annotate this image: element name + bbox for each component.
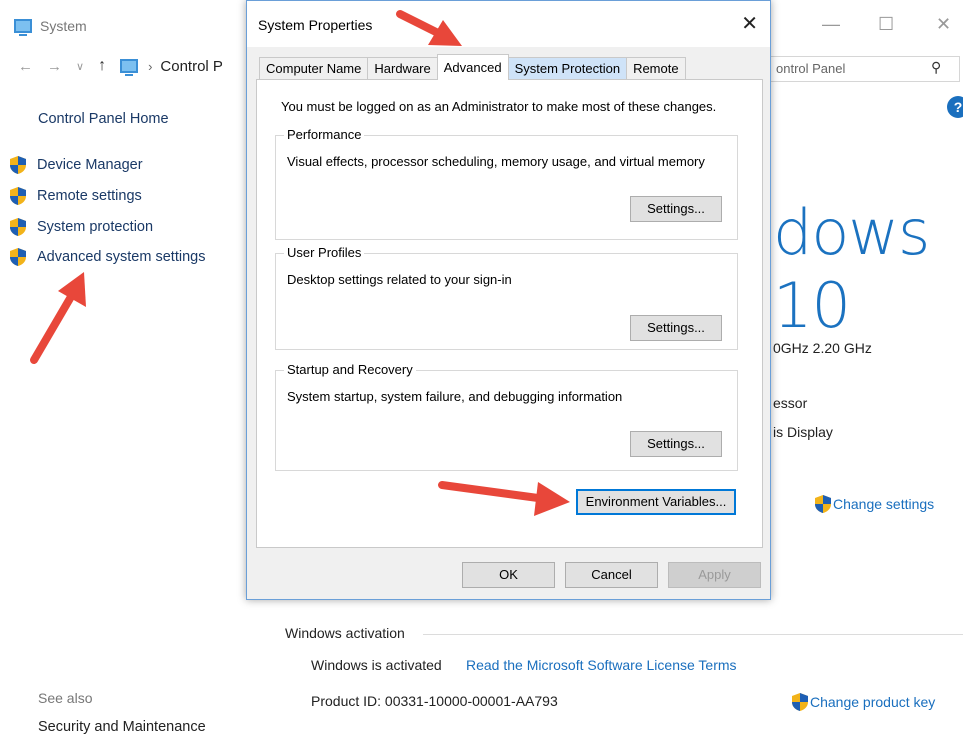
annotation-arrows — [30, 10, 570, 516]
tab-advanced[interactable]: Advanced — [436, 54, 509, 80]
arrow-to-environment-variables-icon — [438, 481, 570, 516]
arrow-to-advanced-settings-icon — [30, 272, 86, 364]
arrow-to-advanced-tab-icon — [396, 10, 462, 46]
